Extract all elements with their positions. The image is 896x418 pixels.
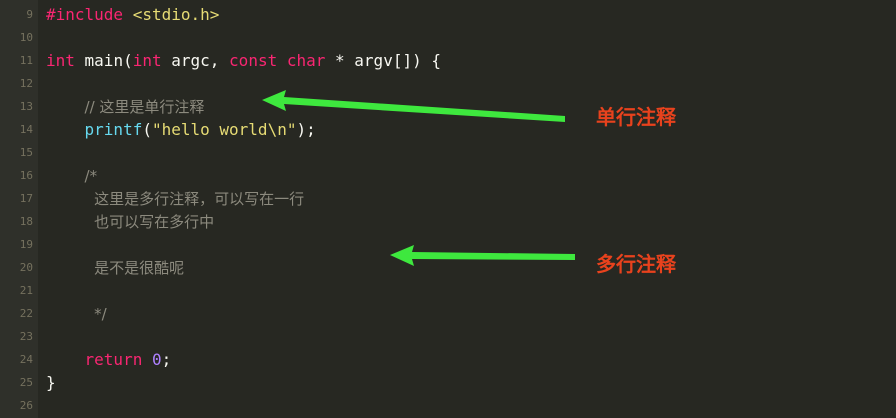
arrow-multi-line-comment	[390, 245, 575, 266]
annotation-arrows	[262, 90, 575, 266]
multi-line-comment-label: 多行注释	[596, 252, 676, 276]
single-line-comment-label: 单行注释	[596, 105, 676, 129]
arrow-single-line-comment	[262, 90, 565, 122]
